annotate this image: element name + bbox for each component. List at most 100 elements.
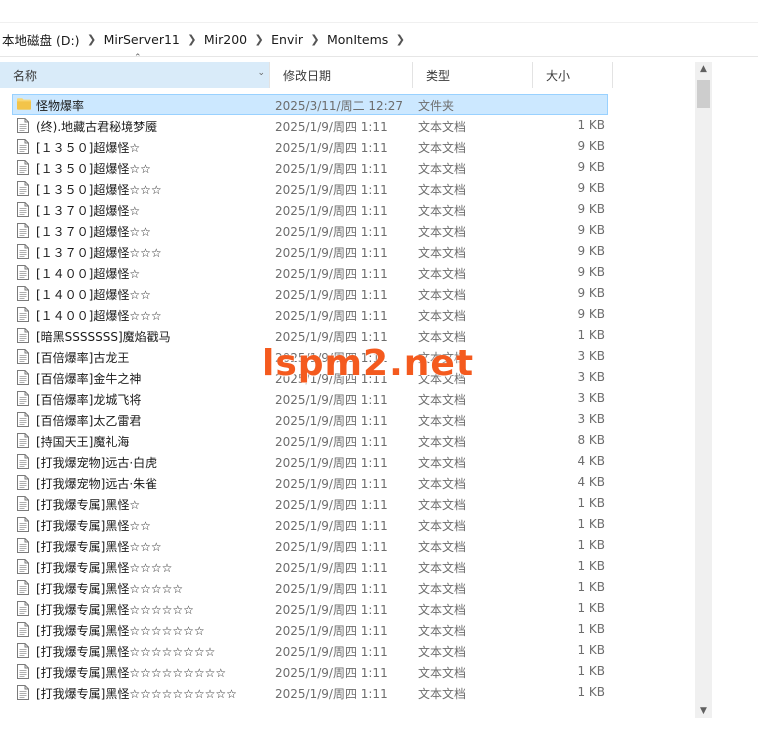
text-file-icon <box>17 601 29 616</box>
file-row[interactable]: [１３７０]超爆怪☆ 2025/1/9/周四 1:11 文本文档 9 KB <box>0 199 690 220</box>
folder-row[interactable]: 怪物爆率 2025/3/11/周二 12:27 文件夹 <box>0 94 690 115</box>
file-type: 文本文档 <box>418 666 467 680</box>
file-name: [１４００]超爆怪☆ <box>36 267 141 281</box>
text-file-icon <box>17 118 29 133</box>
file-row[interactable]: [百倍爆率]太乙雷君 2025/1/9/周四 1:11 文本文档 3 KB <box>0 409 690 430</box>
file-name: [百倍爆率]金牛之神 <box>36 372 142 386</box>
file-name: [打我爆专属]黑怪☆☆☆☆ <box>36 561 173 575</box>
text-file-icon <box>17 664 29 679</box>
breadcrumb-item-mirserver11[interactable]: MirServer11 <box>102 32 182 47</box>
file-row[interactable]: [打我爆专属]黑怪☆☆☆☆☆☆☆☆☆☆ 2025/1/9/周四 1:11 文本文档 1… <box>0 682 690 703</box>
file-row[interactable]: [百倍爆率]龙城飞将 2025/1/9/周四 1:11 文本文档 3 KB <box>0 388 690 409</box>
file-type: 文本文档 <box>418 309 467 323</box>
breadcrumb[interactable]: 本地磁盘 (D:) ❯ MirServer11 ❯ Mir200 ❯ Envir… <box>0 27 758 52</box>
column-header-size[interactable]: 大小 <box>533 62 613 88</box>
file-date: 2025/1/9/周四 1:11 <box>275 414 388 428</box>
breadcrumb-separator-icon[interactable]: ❯ <box>390 33 410 46</box>
file-size: 1 KB <box>577 580 605 594</box>
column-header-type-label: 类型 <box>426 68 451 83</box>
file-row[interactable]: [打我爆专属]黑怪☆☆☆☆☆☆☆☆☆ 2025/1/9/周四 1:11 文本文档 1 … <box>0 661 690 682</box>
file-name: [１３５０]超爆怪☆ <box>36 141 141 155</box>
file-date: 2025/1/9/周四 1:11 <box>275 393 388 407</box>
breadcrumb-item-envir[interactable]: Envir <box>269 32 305 47</box>
file-row[interactable]: [１３５０]超爆怪☆☆☆ 2025/1/9/周四 1:11 文本文档 9 KB <box>0 178 690 199</box>
file-row[interactable]: [１４００]超爆怪☆ 2025/1/9/周四 1:11 文本文档 9 KB <box>0 262 690 283</box>
file-row[interactable]: [打我爆专属]黑怪☆☆☆☆☆☆ 2025/1/9/周四 1:11 文本文档 1 KB <box>0 598 690 619</box>
file-date: 2025/1/9/周四 1:11 <box>275 288 388 302</box>
breadcrumb-separator-icon[interactable]: ❯ <box>182 33 202 46</box>
file-date: 2025/1/9/周四 1:11 <box>275 435 388 449</box>
file-size: 8 KB <box>577 433 605 447</box>
column-header-name[interactable]: ⌃ 名称 ⌄ <box>0 53 270 88</box>
file-size: 3 KB <box>577 391 605 405</box>
file-row[interactable]: [１３５０]超爆怪☆ 2025/1/9/周四 1:11 文本文档 9 KB <box>0 136 690 157</box>
window-top-strip <box>0 0 758 23</box>
file-row[interactable]: [１３７０]超爆怪☆☆☆ 2025/1/9/周四 1:11 文本文档 9 KB <box>0 241 690 262</box>
vertical-scrollbar[interactable]: ▲ ▼ <box>695 62 712 718</box>
file-row[interactable]: [１４００]超爆怪☆☆ 2025/1/9/周四 1:11 文本文档 9 KB <box>0 283 690 304</box>
file-size: 9 KB <box>577 244 605 258</box>
file-size: 9 KB <box>577 202 605 216</box>
file-type: 文本文档 <box>418 288 467 302</box>
file-name: [１３７０]超爆怪☆☆ <box>36 225 151 239</box>
file-row[interactable]: [打我爆宠物]远古·白虎 2025/1/9/周四 1:11 文本文档 4 KB <box>0 451 690 472</box>
file-name: [百倍爆率]古龙王 <box>36 351 130 365</box>
file-name: [打我爆专属]黑怪☆☆ <box>36 519 151 533</box>
file-date: 2025/1/9/周四 1:11 <box>275 666 388 680</box>
file-name: [１４００]超爆怪☆☆☆ <box>36 309 162 323</box>
file-date: 2025/1/9/周四 1:11 <box>275 267 388 281</box>
breadcrumb-item-drive[interactable]: 本地磁盘 (D:) <box>0 30 82 49</box>
file-row[interactable]: [打我爆专属]黑怪☆ 2025/1/9/周四 1:11 文本文档 1 KB <box>0 493 690 514</box>
file-row[interactable]: [打我爆专属]黑怪☆☆☆☆☆ 2025/1/9/周四 1:11 文本文档 1 KB <box>0 577 690 598</box>
file-row[interactable]: [１４００]超爆怪☆☆☆ 2025/1/9/周四 1:11 文本文档 9 KB <box>0 304 690 325</box>
breadcrumb-item-monitems[interactable]: MonItems <box>325 32 390 47</box>
file-type: 文件夹 <box>418 99 455 113</box>
file-date: 2025/1/9/周四 1:11 <box>275 162 388 176</box>
file-size: 1 KB <box>577 496 605 510</box>
breadcrumb-separator-icon[interactable]: ❯ <box>82 33 102 46</box>
file-name: [暗黑SSSSSSS]魔焰戳马 <box>36 330 171 344</box>
text-file-icon <box>17 622 29 637</box>
file-date: 2025/1/9/周四 1:11 <box>275 477 388 491</box>
scrollbar-thumb[interactable] <box>697 80 710 108</box>
file-row[interactable]: [打我爆专属]黑怪☆☆☆☆ 2025/1/9/周四 1:11 文本文档 1 KB <box>0 556 690 577</box>
text-file-icon <box>17 181 29 196</box>
column-header-date[interactable]: 修改日期 <box>270 62 413 88</box>
file-row[interactable]: [打我爆专属]黑怪☆☆ 2025/1/9/周四 1:11 文本文档 1 KB <box>0 514 690 535</box>
breadcrumb-separator-icon[interactable]: ❯ <box>305 33 325 46</box>
file-name: (终).地藏古君秘境梦魇 <box>36 120 158 134</box>
file-date: 2025/1/9/周四 1:11 <box>275 540 388 554</box>
file-name: [打我爆专属]黑怪☆☆☆☆☆☆☆☆☆ <box>36 666 227 680</box>
file-name: [百倍爆率]龙城飞将 <box>36 393 142 407</box>
file-row[interactable]: [打我爆宠物]远古·朱雀 2025/1/9/周四 1:11 文本文档 4 KB <box>0 472 690 493</box>
scroll-up-arrow-icon[interactable]: ▲ <box>695 64 712 74</box>
file-row[interactable]: [打我爆专属]黑怪☆☆☆ 2025/1/9/周四 1:11 文本文档 1 KB <box>0 535 690 556</box>
text-file-icon <box>17 286 29 301</box>
file-row[interactable]: [打我爆专属]黑怪☆☆☆☆☆☆☆ 2025/1/9/周四 1:11 文本文档 1 KB <box>0 619 690 640</box>
text-file-icon <box>17 223 29 238</box>
chevron-down-icon[interactable]: ⌄ <box>257 68 265 78</box>
sort-ascending-icon: ⌃ <box>134 53 142 63</box>
breadcrumb-item-mir200[interactable]: Mir200 <box>202 32 249 47</box>
file-size: 1 KB <box>577 559 605 573</box>
file-date: 2025/1/9/周四 1:11 <box>275 582 388 596</box>
scroll-down-arrow-icon[interactable]: ▼ <box>695 706 712 716</box>
file-row[interactable]: [持国天王]魔礼海 2025/1/9/周四 1:11 文本文档 8 KB <box>0 430 690 451</box>
column-header-type[interactable]: 类型 <box>413 62 533 88</box>
text-file-icon <box>17 517 29 532</box>
file-date: 2025/1/9/周四 1:11 <box>275 120 388 134</box>
breadcrumb-separator-icon[interactable]: ❯ <box>249 33 269 46</box>
file-type: 文本文档 <box>418 225 467 239</box>
file-date: 2025/1/9/周四 1:11 <box>275 498 388 512</box>
file-date: 2025/1/9/周四 1:11 <box>275 204 388 218</box>
file-row[interactable]: [１３５０]超爆怪☆☆ 2025/1/9/周四 1:11 文本文档 9 KB <box>0 157 690 178</box>
file-date: 2025/1/9/周四 1:11 <box>275 645 388 659</box>
text-file-icon <box>17 391 29 406</box>
file-size: 1 KB <box>577 664 605 678</box>
file-row[interactable]: (终).地藏古君秘境梦魇 2025/1/9/周四 1:11 文本文档 1 KB <box>0 115 690 136</box>
file-name: [打我爆专属]黑怪☆☆☆☆☆☆☆☆☆☆ <box>36 687 237 701</box>
file-row[interactable]: [打我爆专属]黑怪☆☆☆☆☆☆☆☆ 2025/1/9/周四 1:11 文本文档 1 K… <box>0 640 690 661</box>
column-header: ⌃ 名称 ⌄ 修改日期 类型 大小 <box>0 53 690 88</box>
file-type: 文本文档 <box>418 456 467 470</box>
file-row[interactable]: [１３７０]超爆怪☆☆ 2025/1/9/周四 1:11 文本文档 9 KB <box>0 220 690 241</box>
